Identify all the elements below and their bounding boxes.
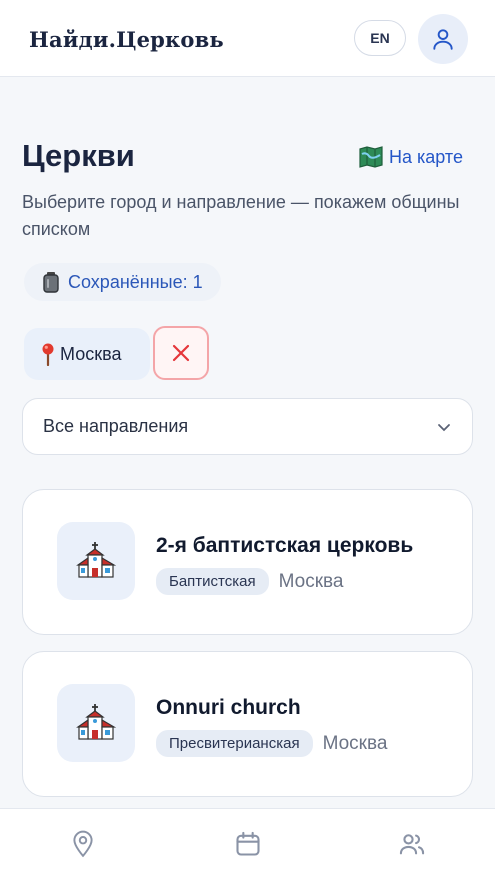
- church-name: Onnuri church: [156, 696, 301, 719]
- language-toggle-button[interactable]: EN: [354, 20, 406, 56]
- denomination-badge: Баптистская: [156, 568, 269, 595]
- pin-icon: [42, 343, 54, 366]
- nav-community-button[interactable]: [397, 829, 427, 859]
- church-city: Москва: [322, 732, 388, 754]
- location-pin-icon: [73, 830, 93, 858]
- map-view-link[interactable]: На карте: [359, 144, 463, 170]
- church-city: Москва: [278, 570, 344, 592]
- denomination-select[interactable]: Все направления: [22, 398, 473, 455]
- top-bar: Найди.Церковь EN: [0, 0, 495, 77]
- church-meta: Пресвитерианская Москва: [156, 730, 387, 757]
- user-icon: [433, 29, 453, 50]
- church-icon-tile: [57, 522, 135, 600]
- church-card[interactable]: Onnuri church Пресвитерианская Москва: [22, 651, 473, 797]
- profile-button[interactable]: [418, 14, 468, 64]
- church-card[interactable]: 2-я баптистская церковь Баптистская Моск…: [22, 489, 473, 635]
- denomination-badge: Пресвитерианская: [156, 730, 313, 757]
- bookmark-jar-icon: [43, 272, 59, 293]
- calendar-icon: [236, 831, 260, 856]
- brand-logo[interactable]: Найди.Церковь: [29, 27, 224, 52]
- bottom-nav: [0, 808, 495, 880]
- page-title: Церкви: [22, 138, 135, 173]
- clear-city-button[interactable]: [153, 326, 209, 380]
- map-icon: [359, 146, 383, 168]
- close-icon: [172, 344, 190, 362]
- nav-calendar-button[interactable]: [233, 829, 263, 859]
- church-name: 2-я баптистская церковь: [156, 534, 414, 557]
- saved-churches-chip[interactable]: Сохранённые: 1: [24, 263, 221, 301]
- church-icon: [76, 542, 116, 578]
- nav-map-button[interactable]: [68, 829, 98, 859]
- church-icon: [76, 704, 116, 740]
- city-filter-label: Москва: [60, 343, 122, 364]
- users-icon: [399, 834, 425, 855]
- denomination-select-value: Все направления: [43, 416, 189, 436]
- chevron-down-icon: [438, 424, 450, 432]
- map-link-label: На карте: [389, 146, 463, 167]
- church-meta: Баптистская Москва: [156, 568, 344, 595]
- city-filter-chip[interactable]: Москва: [24, 328, 150, 380]
- church-icon-tile: [57, 684, 135, 762]
- page-subtitle: Выберите город и направление — покажем о…: [22, 192, 460, 239]
- saved-chip-label: Сохранённые: 1: [68, 271, 203, 292]
